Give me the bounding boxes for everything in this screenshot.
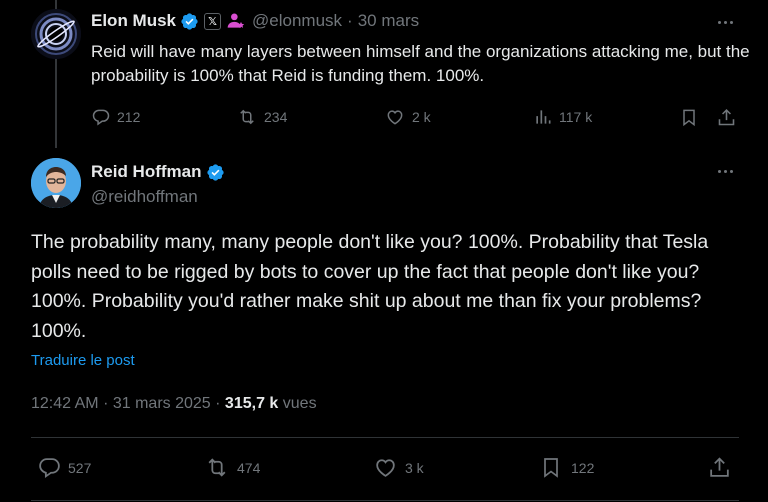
parent-tweet-date[interactable]: 30 mars (358, 11, 419, 31)
like-count: 3 k (405, 459, 424, 476)
meta-separator: · (215, 395, 221, 412)
views-icon (536, 110, 551, 124)
avatar-image (31, 158, 81, 208)
parent-tweet-text: Reid will have many layers between himse… (91, 42, 750, 85)
reply-icon (92, 109, 110, 126)
parent-views-count: 117 k (559, 109, 593, 125)
tweet-date[interactable]: 31 mars 2025 (113, 395, 211, 412)
parent-repost-count: 234 (264, 109, 288, 125)
parent-repost-button[interactable]: 234 (236, 107, 287, 127)
views-label: vues (282, 395, 317, 412)
views-count: 315,7 k (224, 395, 279, 412)
like-icon (387, 110, 403, 125)
reid-hoffman-avatar[interactable] (31, 158, 81, 208)
reply-button[interactable]: 527 (37, 455, 91, 480)
bookmark-icon (683, 109, 695, 127)
affiliate-person-icon[interactable] (226, 11, 246, 31)
parent-tweet-header: Elon Musk 𝕏 @elonmusk · 30 mars (91, 11, 419, 31)
elon-musk-avatar[interactable] (31, 9, 81, 59)
parent-views-button[interactable]: 117 k (533, 107, 592, 127)
like-button[interactable]: 3 k (372, 455, 424, 480)
repost-icon (208, 458, 226, 477)
main-tweet-header: Reid Hoffman (91, 162, 225, 182)
parent-bookmark-button[interactable] (679, 107, 699, 128)
share-icon (710, 457, 729, 477)
parent-author-handle[interactable]: @elonmusk (252, 11, 342, 31)
bookmark-button[interactable]: 122 (539, 455, 594, 480)
more-icon[interactable] (718, 170, 733, 173)
repost-count: 474 (237, 459, 261, 476)
like-icon (376, 459, 395, 477)
x-affiliation-icon[interactable]: 𝕏 (204, 12, 222, 30)
parent-share-button[interactable] (716, 107, 737, 128)
avatar-image (31, 9, 81, 59)
parent-reply-count: 212 (117, 109, 141, 125)
tweet-time[interactable]: 12:42 AM (31, 395, 99, 412)
main-author-handle[interactable]: @reidhoffman (91, 187, 198, 207)
header-separator: · (347, 11, 353, 30)
repost-icon (240, 109, 254, 125)
verified-badge-icon (181, 12, 198, 30)
bookmark-count: 122 (571, 459, 595, 476)
main-author-name[interactable]: Reid Hoffman (91, 162, 202, 182)
translate-post-link[interactable]: Traduire le post (31, 352, 135, 369)
parent-reply-button[interactable]: 212 (91, 107, 140, 127)
verified-badge-icon (206, 163, 224, 181)
bottom-divider (31, 500, 739, 501)
tweet-metadata: 12:42 AM · 31 mars 2025 · 315,7 k vues (31, 395, 317, 413)
main-tweet-text: The probability many, many people don't … (31, 231, 709, 342)
repost-button[interactable]: 474 (203, 455, 260, 480)
more-icon[interactable] (718, 21, 733, 24)
divider (31, 437, 739, 438)
parent-like-count: 2 k (412, 109, 431, 125)
reply-count: 527 (68, 459, 92, 476)
share-icon (718, 108, 735, 126)
meta-separator: · (103, 395, 109, 412)
parent-author-name[interactable]: Elon Musk (91, 11, 176, 31)
reply-icon (39, 458, 60, 479)
bookmark-icon (544, 458, 558, 478)
main-handle-row: @reidhoffman (91, 187, 198, 207)
parent-like-button[interactable]: 2 k (384, 107, 431, 127)
share-button[interactable] (707, 455, 732, 480)
